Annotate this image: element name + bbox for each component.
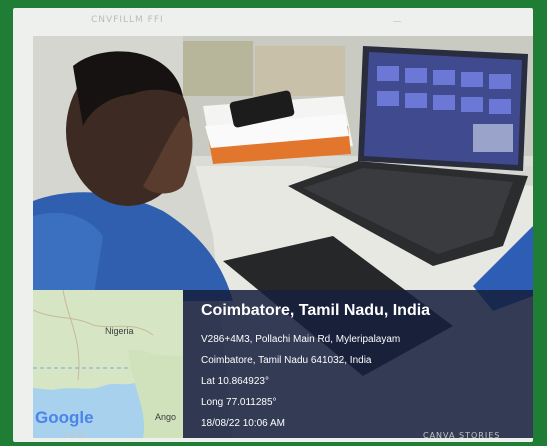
geotag-overlay: Coimbatore, Tamil Nadu, India V286+4M3, … (183, 290, 533, 438)
green-frame: CNVFILLM FFI ᅳ Nigeria Ango Google Coimb… (0, 0, 547, 446)
geotag-longitude: Long 77.011285° (201, 397, 277, 408)
map-partial-label: Ango (155, 412, 177, 422)
watermark-left: CNVFILLM FFI (91, 15, 164, 25)
watermark-right: ᅳ (393, 18, 403, 28)
geotag-latitude: Lat 10.864923° (201, 376, 269, 387)
footer-right-text: CANVA STORIES (423, 431, 501, 440)
map-country-label: Nigeria (105, 326, 134, 336)
geotag-address-line1: V286+4M3, Pollachi Main Rd, Myleripalaya… (201, 334, 401, 345)
footer-left-text: 23 ⊫ (63, 431, 87, 440)
story-card: CNVFILLM FFI ᅳ Nigeria Ango Google Coimb… (13, 8, 533, 442)
geotag-address-line2: Coimbatore, Tamil Nadu 641032, India (201, 355, 372, 366)
geotagged-photo: Nigeria Ango Google Coimbatore, Tamil Na… (33, 36, 533, 438)
geotag-timestamp: 18/08/22 10:06 AM (201, 418, 285, 429)
geotag-place: Coimbatore, Tamil Nadu, India (201, 302, 431, 319)
google-logo: Google (35, 408, 94, 427)
location-map: Nigeria Ango Google (33, 290, 183, 438)
